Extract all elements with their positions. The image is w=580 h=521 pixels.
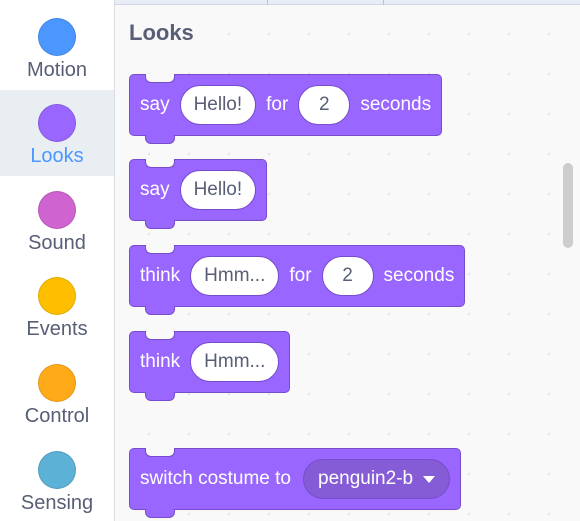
category-motion[interactable]: Motion (0, 4, 114, 90)
block-palette: Looks say Hello! for 2 seconds say Hello… (115, 0, 580, 521)
top-tab-strip (115, 0, 580, 5)
say-for-seconds-block[interactable]: say Hello! for 2 seconds (129, 74, 443, 144)
sound-dot-icon (38, 191, 76, 229)
category-sidebar: Motion Looks Sound Events Control Sensin… (0, 0, 115, 521)
think-block[interactable]: think Hmm... (129, 331, 291, 401)
switch-costume-block[interactable]: switch costume to penguin2-b (129, 448, 462, 518)
message-input[interactable]: Hello! (179, 85, 257, 125)
category-events[interactable]: Events (0, 263, 114, 349)
category-looks[interactable]: Looks (0, 90, 114, 176)
category-label: Sound (28, 232, 86, 254)
looks-dot-icon (38, 104, 76, 142)
block-text: think (140, 351, 181, 372)
block-text: seconds (360, 94, 432, 115)
control-dot-icon (38, 364, 76, 402)
category-sensing[interactable]: Sensing (0, 437, 114, 521)
block-text: say (140, 179, 170, 200)
events-dot-icon (38, 277, 76, 315)
message-input[interactable]: Hmm... (190, 256, 280, 296)
block-text: say (140, 94, 170, 115)
caret-down-icon (423, 475, 436, 483)
category-label: Events (26, 318, 88, 340)
say-block[interactable]: say Hello! (129, 159, 268, 229)
message-input[interactable]: Hmm... (190, 342, 280, 382)
block-text: switch costume to (140, 468, 291, 489)
costume-dropdown[interactable]: penguin2-b (303, 459, 451, 499)
seconds-input[interactable]: 2 (321, 256, 374, 296)
palette-heading: Looks (129, 20, 194, 45)
message-input[interactable]: Hello! (179, 170, 257, 210)
category-label: Control (24, 405, 90, 427)
block-text: seconds (383, 265, 455, 286)
seconds-input[interactable]: 2 (298, 85, 351, 125)
category-label: Sensing (20, 492, 94, 514)
motion-dot-icon (38, 18, 76, 56)
block-text: for (289, 265, 312, 286)
block-text: for (266, 94, 289, 115)
block-text: think (140, 265, 181, 286)
category-sound[interactable]: Sound (0, 177, 114, 263)
think-for-seconds-block[interactable]: think Hmm... for 2 seconds (129, 245, 466, 315)
palette-scrollbar[interactable] (563, 163, 573, 248)
category-label: Motion (26, 59, 88, 81)
category-label: Looks (30, 145, 84, 167)
category-control[interactable]: Control (0, 350, 114, 436)
sensing-dot-icon (38, 451, 76, 489)
costume-dropdown-value: penguin2-b (318, 468, 414, 489)
